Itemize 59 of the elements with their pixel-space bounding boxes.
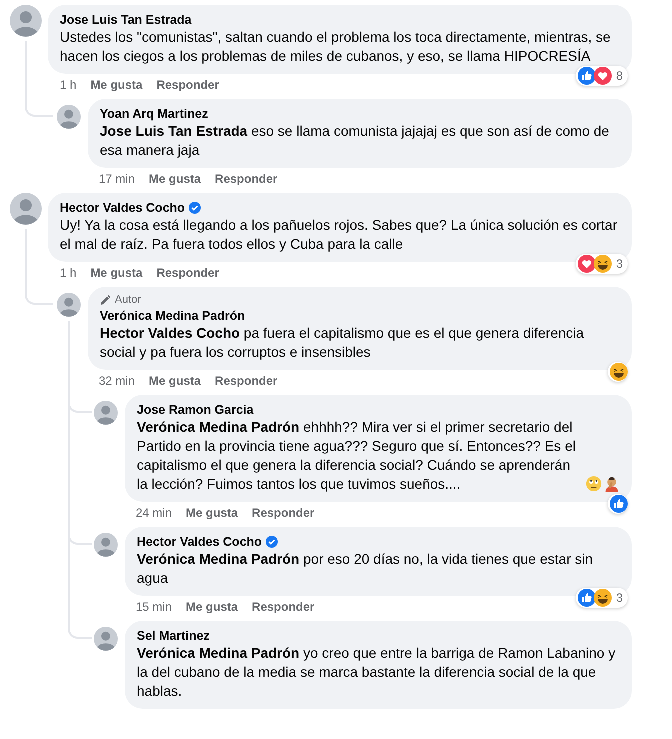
reaction-count: 3: [616, 257, 623, 271]
author-name[interactable]: Hector Valdes Cocho: [60, 200, 186, 216]
comment-text: Uy! Ya la cosa está llegando a los pañuelos rojos. Sabes que? La única solución es cortar el mal de raíz. Pa fuera todos ellos y Cuba para la calle: [60, 216, 618, 254]
comment-time[interactable]: 1 h: [60, 265, 77, 281]
comment-text: Verónica Medina Padrón yo creo que entre la barriga de Ramon Labanino y la del cubano de la media se marca bastante la diferencia social de la que hablas.: [137, 644, 617, 701]
reaction-summary[interactable]: 8: [576, 66, 628, 86]
action-link[interactable]: Me gusta: [90, 265, 143, 281]
eye-roll-emoji-icon: [586, 476, 602, 492]
thread-connector: [25, 283, 53, 305]
avatar[interactable]: [57, 105, 81, 129]
reaction-summary[interactable]: 3: [576, 254, 628, 274]
author-label: Autor: [115, 294, 142, 307]
facepalm-emoji-icon: [604, 476, 620, 492]
action-link[interactable]: Responder: [252, 505, 315, 521]
author-name[interactable]: Sel Martinez: [137, 628, 210, 644]
action-link[interactable]: Me gusta: [149, 171, 202, 187]
action-link[interactable]: Me gusta: [186, 505, 238, 521]
avatar[interactable]: [10, 5, 42, 37]
comment-time[interactable]: 17 min: [99, 171, 136, 187]
action-link[interactable]: Responder: [215, 373, 278, 389]
author-name[interactable]: Jose Ramon Garcia: [137, 402, 254, 418]
comment-text: Jose Luis Tan Estrada eso se llama comunista jajajaj es que son así de como de esa manera jaja: [100, 122, 610, 160]
author-name[interactable]: Hector Valdes Cocho: [137, 534, 262, 550]
comment-time[interactable]: 24 min: [136, 505, 172, 521]
reaction-summary[interactable]: [608, 362, 628, 382]
avatar[interactable]: [94, 533, 118, 557]
reaction-count: 8: [616, 69, 623, 83]
action-link[interactable]: Responder: [156, 265, 220, 281]
action-link[interactable]: Me gusta: [149, 373, 202, 389]
like-icon: [610, 495, 628, 513]
like-icon: [578, 67, 596, 85]
avatar[interactable]: [94, 401, 118, 425]
avatar[interactable]: [94, 627, 118, 651]
comment-time[interactable]: 1 h: [60, 77, 77, 93]
reaction-count: 3: [616, 591, 623, 605]
laughing-emoji-icon: [594, 589, 612, 607]
action-link[interactable]: Responder: [252, 599, 315, 615]
comment-time[interactable]: 32 min: [99, 373, 136, 389]
laughing-emoji-icon: [594, 255, 612, 273]
like-icon: [578, 589, 596, 607]
avatar[interactable]: [10, 193, 42, 225]
comment-text: Verónica Medina Padrón por eso 20 días no, la vida tienes que estar sin agua: [137, 550, 594, 588]
action-link[interactable]: Me gusta: [90, 77, 143, 93]
comment-text: Ustedes los "comunistas", saltan cuando el problema los toca directamente, mientras, se hacen los ciegos a los problemas de miles de cubanos, y eso, se llama HIPOCRESÍA: [60, 28, 612, 66]
action-link[interactable]: Responder: [215, 171, 278, 187]
thread-connector: [25, 95, 53, 117]
author-name[interactable]: Verónica Medina Padrón: [100, 308, 246, 324]
comment-text: Hector Valdes Cocho pa fuera el capitalismo que es el que genera diferencia social y pa fuera los corruptos e insensibles: [100, 324, 586, 362]
author-name[interactable]: Jose Luis Tan Estrada: [60, 12, 192, 28]
action-link[interactable]: Me gusta: [186, 599, 238, 615]
thread-connector: [68, 391, 92, 413]
reaction-summary[interactable]: 3: [576, 588, 628, 608]
author-name[interactable]: Yoan Arq Martinez: [100, 106, 208, 122]
comment-text: Verónica Medina Padrón ehhhh?? Mira ver si el primer secretario del Partido en la provincia tiene agua??? Seguro que sí. Entonces?? Es el capitalismo el que genera la diferencia social? Cuándo se aprenderán la lección? Fuimos tantos los que tuvimos sueños....: [137, 418, 577, 494]
laughing-emoji-icon: [610, 363, 628, 381]
comment-time[interactable]: 15 min: [136, 599, 172, 615]
avatar[interactable]: [57, 293, 81, 317]
pencil-icon: [100, 295, 111, 306]
action-link[interactable]: Responder: [156, 77, 220, 93]
